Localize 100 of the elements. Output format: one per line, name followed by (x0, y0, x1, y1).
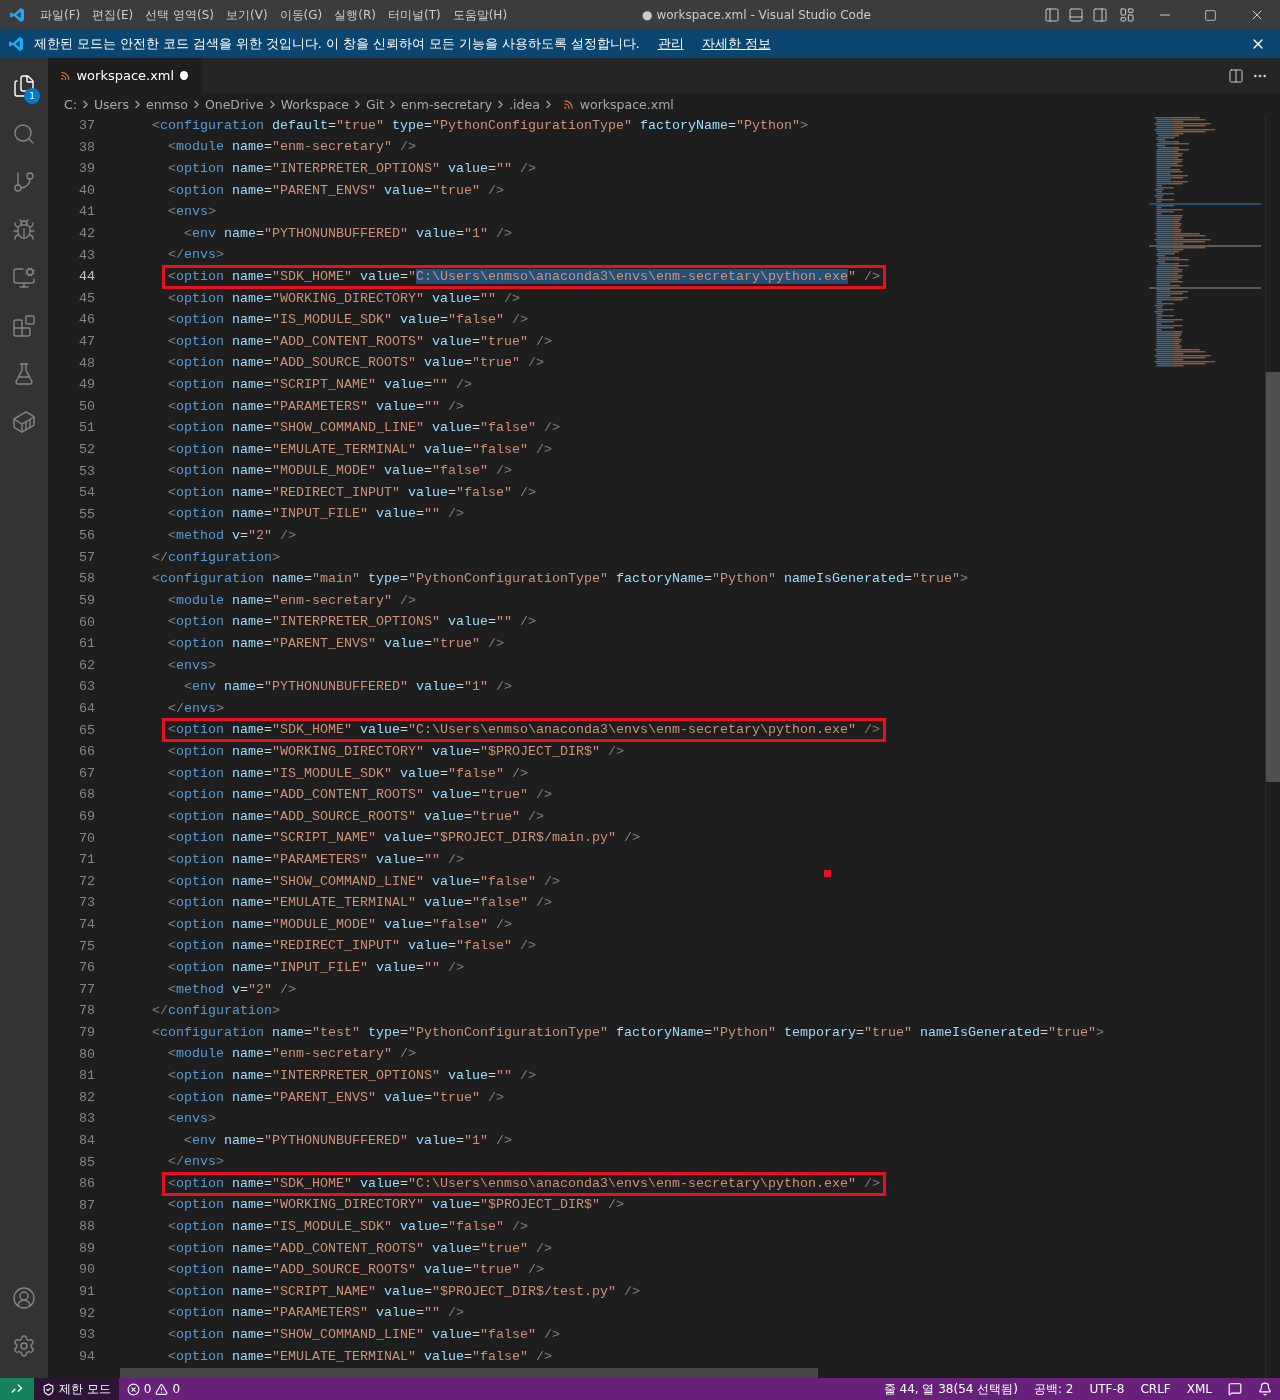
line-number: 67 (78, 764, 96, 783)
menu-item[interactable]: 선택 영역(S) (139, 6, 220, 24)
line-number: 88 (78, 1218, 96, 1237)
status-text: 0 (172, 1382, 181, 1396)
code-line: <option name="WORKING_DIRECTORY" value="" /> (168, 289, 520, 308)
line-number: 73 (78, 894, 96, 913)
line-number: 78 (78, 1002, 96, 1021)
breadcrumb-item[interactable]: Git (366, 96, 385, 112)
line-number: 93 (78, 1326, 96, 1345)
code-line: </configuration> (152, 1002, 280, 1021)
code-line: <method v="2" /> (168, 527, 296, 546)
banner-link[interactable]: 자세한 정보 (701, 35, 771, 53)
line-number: 47 (78, 332, 96, 351)
status-item[interactable]: CRLF (1132, 1378, 1179, 1400)
settings-icon[interactable] (12, 1334, 36, 1358)
monitor-icon[interactable] (12, 266, 36, 290)
code-line: <option name="SCRIPT_NAME" value="$PROJECT_DIR$/test.py" /> (168, 1282, 640, 1301)
code-line: <option name="REDIRECT_INPUT" value="false" /> (168, 937, 536, 956)
flask-icon[interactable] (12, 362, 36, 386)
line-number: 50 (78, 397, 96, 416)
line-number: 39 (78, 160, 96, 179)
menu-item[interactable]: 터미널(T) (381, 6, 447, 24)
toggle-panel-icon[interactable] (1068, 7, 1084, 23)
line-number: 90 (78, 1261, 96, 1280)
explorer-icon[interactable] (12, 74, 36, 98)
feedback-icon[interactable] (1228, 1382, 1242, 1396)
line-number: 61 (78, 635, 96, 654)
status-item[interactable]: XML (1178, 1378, 1220, 1400)
status-item[interactable]: 공백: 2 (1025, 1378, 1082, 1400)
code-line: </envs> (168, 246, 224, 265)
code-line: <option name="SHOW_COMMAND_LINE" value="false" /> (168, 1326, 560, 1345)
line-number: 70 (78, 829, 96, 848)
breadcrumb-item[interactable]: C: (64, 96, 77, 112)
breadcrumb-item[interactable]: Users (93, 96, 129, 112)
remote-button[interactable] (0, 1378, 34, 1400)
code-line: <option name="PARENT_ENVS" value="true" /> (168, 635, 504, 654)
horizontal-scrollbar-thumb[interactable] (120, 1368, 818, 1378)
code-line: </envs> (168, 1153, 224, 1172)
line-number: 58 (78, 570, 96, 589)
menu-item[interactable]: 보기(V) (220, 6, 274, 24)
menu-item[interactable]: 편집(E) (86, 6, 140, 24)
warning-icon (155, 1382, 169, 1396)
code-line: <option name="IS_MODULE_SDK" value="false" /> (168, 311, 528, 330)
menu-item[interactable]: 실행(R) (328, 6, 382, 24)
code-line: <option name="INTERPRETER_OPTIONS" value="" /> (168, 613, 536, 632)
bell-icon[interactable] (1258, 1382, 1272, 1396)
code-line: <option name="MODULE_MODE" value="false" /> (168, 462, 512, 481)
source-control-icon[interactable] (12, 170, 36, 194)
menu-item[interactable]: 이동(G) (273, 6, 329, 24)
line-number: 40 (78, 181, 96, 200)
code-line: <envs> (168, 1110, 216, 1129)
breadcrumb-item[interactable]: enm-secretary (401, 96, 493, 112)
menu-item[interactable]: 파일(F) (34, 6, 87, 24)
app-logo-icon (9, 7, 25, 23)
search-icon[interactable] (12, 122, 36, 146)
line-number: 94 (78, 1347, 96, 1366)
status-item[interactable]: UTF-8 (1081, 1378, 1133, 1400)
maximize-icon[interactable] (1204, 8, 1218, 22)
breadcrumb-item[interactable]: Workspace (280, 96, 350, 112)
line-number: 82 (78, 1088, 96, 1107)
line-number: 56 (78, 527, 96, 546)
editor-tab[interactable]: workspace.xml (48, 58, 202, 93)
menu-item[interactable]: 도움말(H) (446, 6, 514, 24)
code-line: <configuration name="test" type="PythonConfigurationType" factoryName="Python" temporary="true" nameIsGenerated="true"> (152, 1023, 1104, 1042)
code-line: <option name="SCRIPT_NAME" value="$PROJECT_DIR$/main.py" /> (168, 829, 640, 848)
line-number: 64 (78, 700, 96, 719)
line-number: 68 (78, 786, 96, 805)
line-number: 77 (78, 980, 96, 999)
scrollbar-thumb[interactable] (1266, 372, 1280, 782)
code-line: <configuration name="main" type="PythonConfigurationType" factoryName="Python" nameIsGenerated="true"> (152, 570, 968, 589)
account-icon[interactable] (12, 1286, 36, 1310)
stray-mark (824, 870, 831, 877)
problems-item[interactable]: 0 0 (118, 1378, 189, 1400)
line-number: 71 (78, 851, 96, 870)
container-icon[interactable] (12, 410, 36, 434)
line-number: 92 (78, 1304, 96, 1323)
line-number: 37 (78, 117, 96, 135)
toggle-secondary-sidebar-icon[interactable] (1092, 7, 1108, 23)
layout-icon[interactable] (1119, 7, 1135, 23)
restricted-mode-item[interactable]: 제한 모드 (34, 1378, 119, 1400)
extensions-icon[interactable] (12, 314, 36, 338)
banner-link[interactable]: 관리 (657, 35, 684, 53)
split-editor-icon[interactable] (1228, 67, 1244, 84)
code-line: <module name="enm-secretary" /> (168, 591, 416, 610)
toggle-sidebar-icon[interactable] (1044, 7, 1060, 23)
code-line: <option name="SHOW_COMMAND_LINE" value="false" /> (168, 872, 560, 891)
line-number: 43 (78, 246, 96, 265)
status-item[interactable]: 줄 44, 열 38(54 선택됨) (875, 1378, 1026, 1400)
breadcrumb-item[interactable]: .idea (509, 96, 540, 112)
line-number: 81 (78, 1067, 96, 1086)
line-number: 86 (78, 1175, 96, 1194)
bug-icon[interactable] (12, 218, 36, 242)
line-number: 46 (78, 311, 96, 330)
breadcrumb-item[interactable]: enmso (145, 96, 188, 112)
breadcrumb-item[interactable]: OneDrive (204, 96, 264, 112)
breadcrumb-item[interactable]: workspace.xml (579, 96, 674, 112)
code-line: <module name="enm-secretary" /> (168, 138, 416, 157)
app-logo-icon (8, 36, 24, 52)
code-line: <option name="PARAMETERS" value="" /> (168, 1304, 464, 1323)
code-line: <option name="ADD_SOURCE_ROOTS" value="true" /> (168, 354, 544, 373)
